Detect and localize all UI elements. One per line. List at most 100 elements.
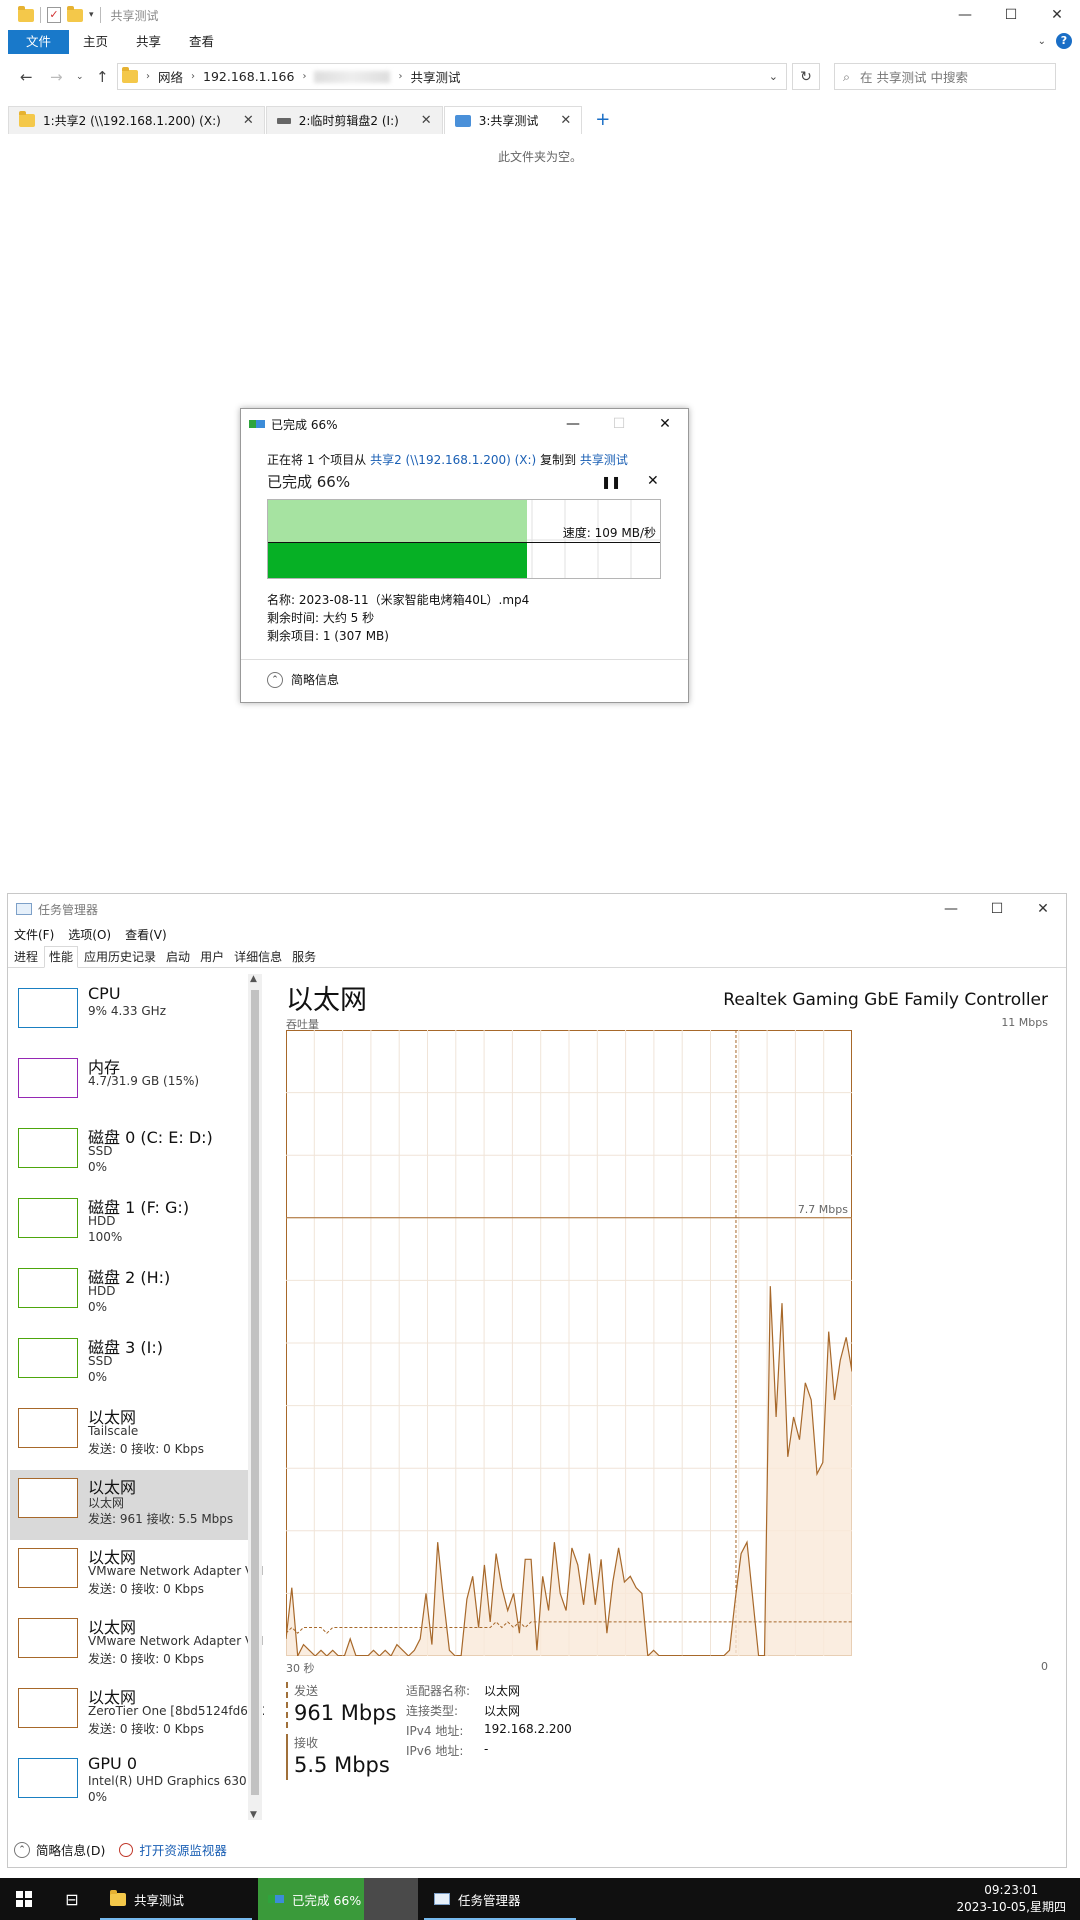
taskbar-app-task-manager[interactable]: 任务管理器 xyxy=(424,1878,576,1920)
properties-icon[interactable]: ✓ xyxy=(47,7,61,23)
fewer-details-label: 简略信息(D) xyxy=(36,1843,106,1858)
redacted-breadcrumb[interactable] xyxy=(314,70,391,83)
device-item[interactable]: 以太网 Tailscale 发送: 0 接收: 0 Kbps xyxy=(10,1400,250,1470)
device-item[interactable]: 内存 4.7/31.9 GB (15%) xyxy=(10,1050,250,1120)
chevron-right-icon[interactable]: › xyxy=(302,71,306,82)
device-item[interactable]: 以太网VMware Network Adapter VMnet8发送: 0 接收… xyxy=(10,1610,264,1680)
device-thumbnail-graph xyxy=(18,1268,78,1308)
new-tab-plus-icon[interactable]: + xyxy=(595,109,610,134)
tab-temp-edit-disk[interactable]: 2:临时剪辑盘2 (I:) ✕ xyxy=(265,106,443,134)
device-item[interactable]: CPU 9% 4.33 GHz xyxy=(10,980,250,1050)
prop-connection-type: 连接类型: 以太网 xyxy=(406,1702,520,1719)
device-thumbnail-graph xyxy=(18,1478,78,1518)
clock-date: 2023-10-05,星期四 xyxy=(956,1900,1066,1914)
taskbar-app-copy-progress[interactable]: 已完成 66% xyxy=(258,1878,418,1920)
task-view-icon[interactable]: ⊟ xyxy=(50,1878,94,1920)
tab-processes[interactable]: 进程 xyxy=(10,947,42,967)
ribbon-tab-share[interactable]: 共享 xyxy=(122,30,175,54)
chevron-up-icon: ⌃ xyxy=(14,1841,30,1858)
tab-share2[interactable]: 1:共享2 (\\192.168.1.200) (X:) ✕ xyxy=(8,106,265,134)
chevron-right-icon[interactable]: › xyxy=(146,71,150,82)
taskbar-app-explorer[interactable]: 共享测试 xyxy=(100,1878,252,1920)
device-subtitle: ZeroTier One [8bd5124fd69c2b5f] xyxy=(88,1704,264,1718)
tab-startup[interactable]: 启动 xyxy=(162,947,194,967)
maximize-button[interactable]: ☐ xyxy=(974,894,1020,924)
maximize-button[interactable]: ☐ xyxy=(988,0,1034,30)
task-manager-window: 任务管理器 — ☐ ✕ 文件(F) 选项(O) 查看(V) 进程 性能 应用历史… xyxy=(7,893,1067,1868)
cancel-icon[interactable]: ✕ xyxy=(647,473,659,489)
desc-mid: 复制到 xyxy=(540,453,577,467)
address-dropdown-icon[interactable]: ⌄ xyxy=(769,70,778,83)
device-value: 0% xyxy=(88,1160,108,1174)
fewer-details-button[interactable]: ⌃ 简略信息(D) xyxy=(14,1840,105,1859)
chevron-right-icon[interactable]: › xyxy=(398,71,402,82)
close-button[interactable]: ✕ xyxy=(1020,894,1066,924)
ribbon-tab-file[interactable]: 文件 xyxy=(8,30,70,54)
tab-performance[interactable]: 性能 xyxy=(44,946,79,968)
tab-app-history[interactable]: 应用历史记录 xyxy=(80,947,160,967)
x-axis-right-label: 0 xyxy=(1041,1660,1048,1673)
taskmgr-footer: ⌃ 简略信息(D) 打开资源监视器 xyxy=(14,1840,227,1859)
close-tab-icon[interactable]: ✕ xyxy=(560,113,571,128)
less-details-button[interactable]: ⌃ 简略信息 xyxy=(267,671,339,688)
customize-toolbar-icon[interactable]: ▾ xyxy=(89,10,94,20)
tab-users[interactable]: 用户 xyxy=(196,947,228,967)
device-item[interactable]: 以太网 以太网 发送: 961 接收: 5.5 Mbps xyxy=(10,1470,250,1540)
minimize-button[interactable]: — xyxy=(550,409,596,439)
prop-adapter-name: 适配器名称: 以太网 xyxy=(406,1682,520,1699)
help-icon[interactable]: ? xyxy=(1056,33,1072,49)
pause-icon[interactable]: ❚❚ xyxy=(601,475,621,489)
device-item[interactable]: 磁盘 3 (I:) SSD 0% xyxy=(10,1330,250,1400)
up-arrow-icon[interactable]: ↑ xyxy=(96,68,109,86)
minimize-button[interactable]: — xyxy=(928,894,974,924)
breadcrumb-host[interactable]: 192.168.1.166 xyxy=(203,69,294,84)
scroll-down-icon[interactable]: ▼ xyxy=(250,1810,257,1820)
ribbon-tab-home[interactable]: 主页 xyxy=(69,30,122,54)
menu-view[interactable]: 查看(V) xyxy=(125,926,167,943)
scroll-thumb[interactable] xyxy=(251,990,259,1795)
tab-share-test[interactable]: 3:共享测试 ✕ xyxy=(443,106,583,134)
chevron-right-icon[interactable]: › xyxy=(191,71,195,82)
forward-arrow-icon[interactable]: → xyxy=(50,68,63,86)
source-link[interactable]: 共享2 (\\192.168.1.200) (X:) xyxy=(370,453,536,467)
back-arrow-icon[interactable]: ← xyxy=(20,68,33,86)
device-item[interactable]: 以太网VMware Network Adapter VMnet1发送: 0 接收… xyxy=(10,1540,264,1610)
device-item[interactable]: GPU 0 Intel(R) UHD Graphics 630 0% xyxy=(10,1750,250,1817)
recent-locations-chevron-icon[interactable]: ⌄ xyxy=(76,72,84,82)
scroll-up-icon[interactable]: ▲ xyxy=(250,974,257,984)
device-list-scrollbar[interactable]: ▲ ▼ xyxy=(248,974,262,1820)
tab-services[interactable]: 服务 xyxy=(288,947,320,967)
destination-link[interactable]: 共享测试 xyxy=(580,453,628,467)
address-bar[interactable]: › 网络 › 192.168.1.166 › › 共享测试 ⌄ xyxy=(117,63,787,90)
close-tab-icon[interactable]: ✕ xyxy=(421,113,432,128)
close-button[interactable]: ✕ xyxy=(1034,0,1080,30)
open-resource-monitor-link[interactable]: 打开资源监视器 xyxy=(119,1840,227,1859)
taskbar-app-label: 任务管理器 xyxy=(458,1892,521,1908)
task-manager-icon xyxy=(434,1893,450,1905)
divider xyxy=(241,659,688,660)
device-item[interactable]: 磁盘 1 (F: G:) HDD 100% xyxy=(10,1190,250,1260)
device-name: GPU 0 xyxy=(88,1754,138,1773)
new-folder-icon[interactable] xyxy=(67,5,83,22)
start-button[interactable] xyxy=(0,1878,48,1920)
refresh-button[interactable]: ↻ xyxy=(792,63,820,90)
device-item[interactable]: 磁盘 0 (C: E: D:) SSD 0% xyxy=(10,1120,250,1190)
close-button[interactable]: ✕ xyxy=(642,409,688,439)
search-box[interactable]: ⌕ 在 共享测试 中搜索 xyxy=(834,63,1056,90)
expand-ribbon-icon[interactable]: ⌄ xyxy=(1038,36,1046,47)
device-item[interactable]: 磁盘 2 (H:) HDD 0% xyxy=(10,1260,250,1330)
ribbon-tab-view[interactable]: 查看 xyxy=(175,30,228,54)
close-tab-icon[interactable]: ✕ xyxy=(243,113,254,128)
device-value: 发送: 0 接收: 0 Kbps xyxy=(88,1442,204,1456)
system-clock[interactable]: 09:23:01 2023-10-05,星期四 xyxy=(956,1882,1066,1916)
tab-details[interactable]: 详细信息 xyxy=(230,947,286,967)
task-manager-icon xyxy=(16,903,32,915)
dialog-title: 已完成 66% xyxy=(271,417,338,432)
breadcrumb-current-folder[interactable]: 共享测试 xyxy=(410,67,460,86)
menu-options[interactable]: 选项(O) xyxy=(68,926,111,943)
file-name: 名称: 2023-08-11（米家智能电烤箱40L）.mp4 xyxy=(267,593,530,607)
minimize-button[interactable]: — xyxy=(942,0,988,30)
menu-file[interactable]: 文件(F) xyxy=(14,926,54,943)
device-item[interactable]: 以太网ZeroTier One [8bd5124fd69c2b5f]发送: 0 … xyxy=(10,1680,264,1750)
breadcrumb-network[interactable]: 网络 xyxy=(158,67,183,86)
